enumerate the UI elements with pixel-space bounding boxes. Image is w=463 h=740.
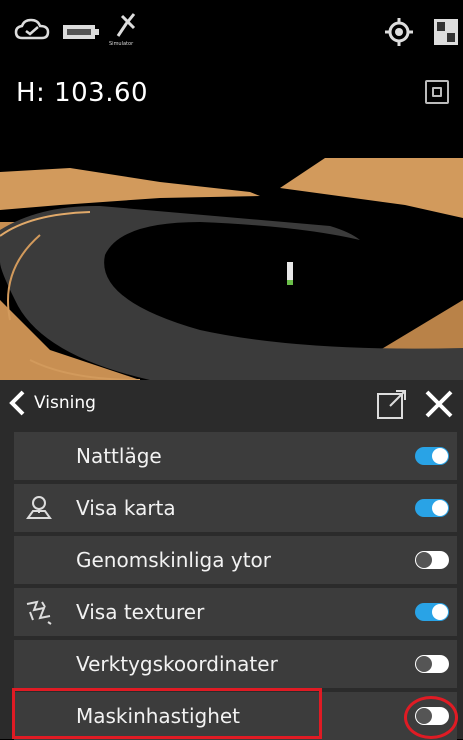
machine-marker-base: [287, 280, 293, 285]
height-readout: H: 103.60: [16, 78, 149, 108]
view-cube-icon[interactable]: [425, 80, 449, 104]
layout-panel-icon[interactable]: [433, 18, 459, 46]
setting-row-verktygskoordinater[interactable]: Verktygskoordinater: [14, 640, 457, 688]
toggle-switch[interactable]: [415, 499, 449, 517]
3d-viewport[interactable]: Simulator H: 103.60: [0, 0, 463, 380]
status-bar: Simulator: [0, 0, 463, 58]
map-pin-icon: [26, 496, 52, 519]
location-target-icon[interactable]: [385, 18, 413, 46]
back-button[interactable]: Visning: [6, 386, 106, 420]
toggle-knob: [432, 500, 448, 516]
highlight-label-annotation: [12, 688, 322, 739]
toggle-switch[interactable]: [415, 655, 449, 673]
panel-title: Visning: [34, 393, 96, 413]
simulator-label: Simulator: [109, 41, 134, 47]
highlight-toggle-annotation: [404, 696, 458, 739]
setting-row-nattlage[interactable]: Nattläge: [14, 432, 457, 480]
toggle-knob: [416, 552, 432, 568]
toggle-knob: [432, 448, 448, 464]
setting-label: Verktygskoordinater: [76, 652, 278, 676]
setting-label: Nattläge: [76, 444, 162, 468]
setting-row-visa-karta[interactable]: Visa karta: [14, 484, 457, 532]
road-surface: [0, 205, 463, 380]
visning-panel: Visning Nattläge Visa karta Genomskinlig…: [0, 380, 463, 740]
setting-label: Genomskinliga ytor: [76, 548, 271, 572]
toggle-knob: [416, 656, 432, 672]
battery-icon: [63, 25, 99, 39]
texture-icon: [26, 600, 52, 625]
panel-header: Visning: [0, 380, 463, 426]
setting-row-visa-texturer[interactable]: Visa texturer: [14, 588, 457, 636]
toggle-switch[interactable]: [415, 551, 449, 569]
setting-label: Visa texturer: [76, 600, 205, 624]
terrain-surface-left: [0, 168, 260, 210]
satellite-icon[interactable]: [114, 10, 138, 38]
popout-icon[interactable]: [376, 388, 408, 420]
terrain-surface-right: [280, 158, 463, 218]
toggle-switch[interactable]: [415, 603, 449, 621]
chevron-left-icon: [9, 390, 25, 416]
toggle-knob: [432, 604, 448, 620]
cloud-check-icon[interactable]: [14, 18, 50, 42]
setting-row-genomskinliga-ytor[interactable]: Genomskinliga ytor: [14, 536, 457, 584]
toggle-switch[interactable]: [415, 447, 449, 465]
close-icon[interactable]: [422, 387, 456, 421]
setting-label: Visa karta: [76, 496, 176, 520]
